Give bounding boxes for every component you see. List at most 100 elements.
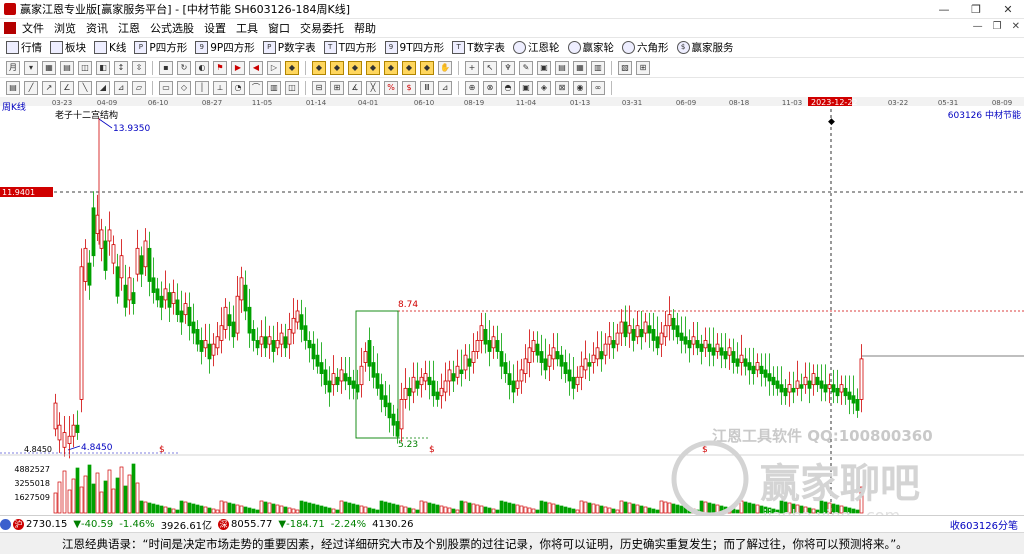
drawing-tool-icon[interactable]: ⇳ — [132, 60, 146, 75]
analysis-tool-icon[interactable]: Ⅲ — [420, 80, 434, 95]
analysis-tool-icon[interactable]: ⊞ — [330, 80, 344, 95]
analysis-tool-icon[interactable]: ╲ — [78, 80, 92, 95]
drawing-tool-icon[interactable]: ✋ — [438, 60, 452, 75]
menu-tools[interactable]: 工具 — [236, 20, 258, 36]
sz-index-pct: -2.24% — [330, 518, 367, 530]
toolbar-9p-square-button[interactable]: 9 9P四方形 — [195, 40, 255, 55]
drawing-tool-icon[interactable]: ↻ — [177, 60, 191, 75]
drawing-tool-icon[interactable]: ◐ — [195, 60, 209, 75]
toolbar-winner-wheel-button[interactable]: 赢家轮 — [567, 40, 614, 55]
analysis-tool-icon[interactable]: ⊟ — [312, 80, 326, 95]
analysis-tool-icon[interactable]: ◢ — [96, 80, 110, 95]
drawing-tool-icon[interactable]: ◆ — [330, 60, 344, 75]
menu-info[interactable]: 资讯 — [86, 20, 108, 36]
analysis-tool-icon[interactable]: ∠ — [60, 80, 74, 95]
menu-formula[interactable]: 公式选股 — [150, 20, 194, 36]
toolbar-t-square-button[interactable]: T T四方形 — [323, 40, 377, 55]
drawing-tool-icon[interactable]: ▤ — [60, 60, 74, 75]
mdi-restore-button[interactable]: ❐ — [993, 21, 1002, 32]
toolbar-gann-wheel-button[interactable]: 江恩轮 — [513, 40, 560, 55]
analysis-tool-icon[interactable]: $ — [402, 80, 416, 95]
drawing-tool-icon[interactable]: ⊞ — [636, 60, 650, 75]
drawing-tool-icon[interactable]: ▶ — [231, 60, 245, 75]
toolbar-service-button[interactable]: $ 赢家服务 — [676, 40, 734, 55]
drawing-tool-icon[interactable]: ▪ — [159, 60, 173, 75]
menu-gann[interactable]: 江恩 — [118, 20, 140, 36]
analysis-tool-icon[interactable]: ◫ — [285, 80, 299, 95]
analysis-tool-icon[interactable]: ╱ — [24, 80, 38, 95]
drawing-tool-icon[interactable]: ◆ — [285, 60, 299, 75]
grid-icon[interactable] — [0, 518, 11, 530]
toolbar-sector-button[interactable]: 板块 — [50, 40, 86, 55]
close-button[interactable]: ✕ — [992, 0, 1024, 18]
drawing-tool-icon[interactable]: ♆ — [501, 60, 515, 75]
analysis-tool-icon[interactable]: ▭ — [159, 80, 173, 95]
toolbar-t-table-button[interactable]: T T数字表 — [452, 40, 505, 55]
menu-window[interactable]: 窗口 — [268, 20, 290, 36]
analysis-tool-icon[interactable]: ↗ — [42, 80, 56, 95]
menu-file[interactable]: 文件 — [22, 20, 44, 36]
analysis-tool-icon[interactable]: ⊕ — [465, 80, 479, 95]
analysis-tool-icon[interactable]: ⌒ — [249, 80, 263, 95]
analysis-tool-icon[interactable]: ⊠ — [555, 80, 569, 95]
mdi-close-button[interactable]: ✕ — [1012, 21, 1020, 32]
drawing-tool-icon[interactable]: ◆ — [402, 60, 416, 75]
volume-bar — [531, 508, 536, 514]
analysis-tool-icon[interactable]: ∡ — [348, 80, 362, 95]
drawing-tool-icon[interactable]: ✎ — [519, 60, 533, 75]
analysis-tool-icon[interactable]: ▣ — [519, 80, 533, 95]
toolbar-hexagon-button[interactable]: 六角形 — [622, 40, 669, 55]
analysis-tool-icon[interactable]: % — [384, 80, 398, 95]
analysis-tool-icon[interactable]: ◓ — [501, 80, 515, 95]
drawing-tool-icon[interactable]: ▷ — [267, 60, 281, 75]
drawing-tool-icon[interactable]: ◆ — [384, 60, 398, 75]
kline-chart[interactable]: 03-23 04-09 06-10 08-27 11-05 01-14 04-01 06-10… — [0, 97, 1024, 515]
drawing-tool-icon[interactable]: ◆ — [312, 60, 326, 75]
toolbar-quote-button[interactable]: 行情 — [6, 40, 42, 55]
drawing-tool-icon[interactable]: ▣ — [537, 60, 551, 75]
analysis-tool-icon[interactable]: ⊿ — [114, 80, 128, 95]
drawing-tool-icon[interactable]: ▥ — [591, 60, 605, 75]
drawing-tool-icon[interactable]: ↖ — [483, 60, 497, 75]
analysis-tool-icon[interactable]: ⊿ — [438, 80, 452, 95]
analysis-tool-icon[interactable]: ◉ — [573, 80, 587, 95]
drawing-tool-icon[interactable]: ◧ — [96, 60, 110, 75]
minimize-button[interactable]: — — [928, 0, 960, 18]
toolbar-p-square-button[interactable]: P P四方形 — [134, 40, 187, 55]
drawing-tool-icon[interactable]: ◆ — [366, 60, 380, 75]
drawing-tool-icon[interactable]: + — [465, 60, 479, 75]
analysis-tool-icon[interactable]: ◔ — [231, 80, 245, 95]
menu-help[interactable]: 帮助 — [354, 20, 376, 36]
drawing-tool-icon[interactable]: ⚑ — [213, 60, 227, 75]
analysis-tool-icon[interactable]: ⊗ — [483, 80, 497, 95]
drawing-tool-icon[interactable]: ▤ — [555, 60, 569, 75]
drawing-tool-icon[interactable]: ▧ — [618, 60, 632, 75]
analysis-tool-icon[interactable]: ⟂ — [213, 80, 227, 95]
drawing-tool-icon[interactable]: ▦ — [573, 60, 587, 75]
analysis-tool-icon[interactable]: ▱ — [132, 80, 146, 95]
analysis-tool-icon[interactable]: ◈ — [537, 80, 551, 95]
toolbar-9t-square-button[interactable]: 9 9T四方形 — [384, 40, 444, 55]
drawing-tool-icon[interactable]: ↕ — [114, 60, 128, 75]
menu-settings[interactable]: 设置 — [204, 20, 226, 36]
drawing-tool-icon[interactable]: ◆ — [348, 60, 362, 75]
toolbar-p-table-button[interactable]: P P数字表 — [262, 40, 316, 55]
drawing-tool-icon[interactable]: ◆ — [420, 60, 434, 75]
restore-button[interactable]: ❐ — [960, 0, 992, 18]
drawing-tool-icon[interactable]: ▦ — [42, 60, 56, 75]
tick-detail-status[interactable]: 收603126分笔 — [950, 517, 1018, 532]
drawing-tool-icon[interactable]: ◀ — [249, 60, 263, 75]
drawing-tool-icon[interactable]: 月 — [6, 60, 20, 75]
analysis-tool-icon[interactable]: ∞ — [591, 80, 605, 95]
analysis-tool-icon[interactable]: ▤ — [6, 80, 20, 95]
analysis-tool-icon[interactable]: │ — [195, 80, 209, 95]
menu-browse[interactable]: 浏览 — [54, 20, 76, 36]
mdi-minimize-button[interactable]: — — [973, 21, 983, 32]
toolbar-kline-button[interactable]: K线 — [94, 40, 126, 55]
analysis-tool-icon[interactable]: ╳ — [366, 80, 380, 95]
analysis-tool-icon[interactable]: ▥ — [267, 80, 281, 95]
drawing-tool-icon[interactable]: ◫ — [78, 60, 92, 75]
analysis-tool-icon[interactable]: ◇ — [177, 80, 191, 95]
drawing-tool-icon[interactable]: ▾ — [24, 60, 38, 75]
menu-trade[interactable]: 交易委托 — [300, 20, 344, 36]
